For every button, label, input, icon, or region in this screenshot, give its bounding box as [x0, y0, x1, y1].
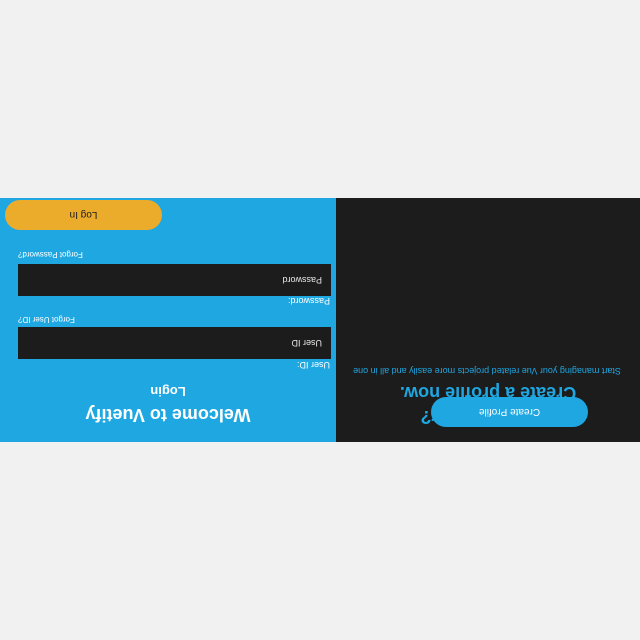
login-panel: Welcome to Vuetify Login User ID: Forgot… [0, 198, 336, 442]
forgot-user-id-link[interactable]: Forgot User ID? [18, 315, 218, 324]
login-button[interactable]: Log In [5, 200, 162, 230]
welcome-title: Welcome to Vuetify [85, 405, 251, 425]
login-subtitle: Login [150, 384, 186, 399]
user-id-input[interactable] [18, 327, 331, 359]
create-profile-button[interactable]: Create Profile [431, 397, 588, 427]
password-input[interactable] [18, 264, 331, 296]
signup-description: Start managing your Vue related projects… [353, 366, 621, 376]
forgot-password-link[interactable]: Forgot Password? [18, 250, 218, 259]
user-id-label: User ID: [296, 360, 330, 370]
rotated-stage: Welcome to Vuetify Login User ID: Forgot… [0, 0, 640, 640]
password-label: Password: [287, 296, 330, 306]
